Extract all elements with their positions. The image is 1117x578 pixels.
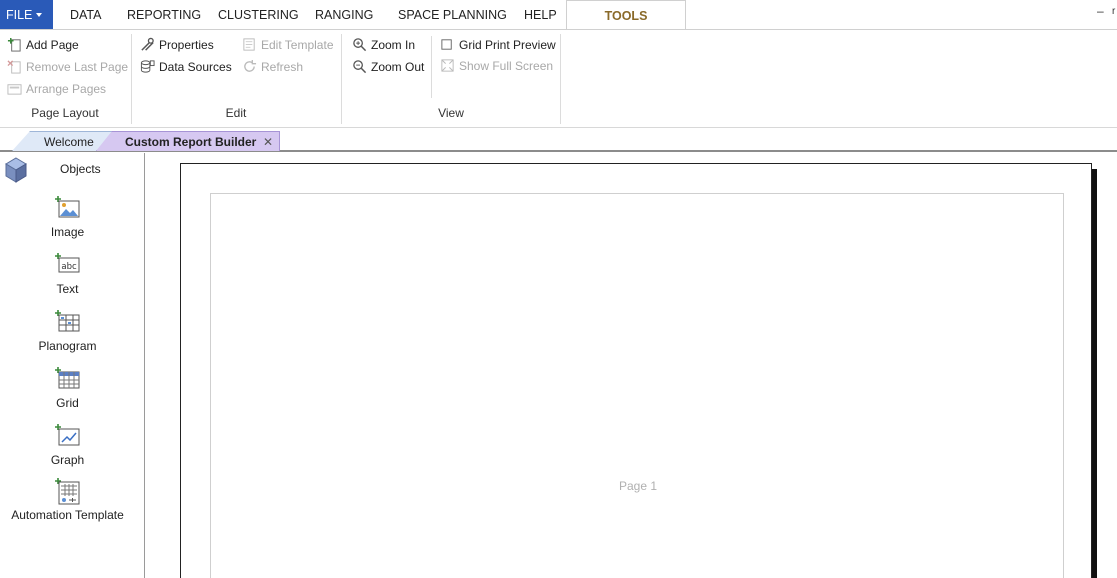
edit-template-icon bbox=[243, 38, 255, 51]
arrange-pages-icon bbox=[7, 84, 22, 95]
full-screen-icon bbox=[441, 59, 454, 72]
view-group-label: View bbox=[438, 106, 464, 120]
tab-welcome-label: Welcome bbox=[44, 135, 94, 149]
show-full-screen-button[interactable]: Show Full Screen bbox=[440, 56, 553, 76]
refresh-label: Refresh bbox=[261, 60, 304, 74]
add-automation-template-icon bbox=[54, 478, 79, 505]
add-grid-icon bbox=[54, 367, 79, 389]
object-grid-label: Grid bbox=[56, 396, 79, 410]
add-page-icon bbox=[7, 37, 21, 52]
menu-tab-help[interactable]: HELP bbox=[524, 0, 557, 29]
edit-template-button[interactable]: Edit Template bbox=[242, 35, 334, 55]
menu-tab-clustering[interactable]: CLUSTERING bbox=[218, 0, 299, 29]
menu-tab-space-planning[interactable]: SPACE PLANNING bbox=[398, 0, 507, 29]
data-sources-label: Data Sources bbox=[159, 60, 232, 74]
object-graph-button[interactable]: Graph bbox=[0, 421, 135, 467]
object-planogram-label: Planogram bbox=[38, 339, 97, 353]
remove-last-page-label: Remove Last Page bbox=[26, 60, 129, 74]
cube-icon bbox=[5, 157, 27, 183]
tools-icon bbox=[141, 37, 154, 51]
report-canvas[interactable]: Page 1 bbox=[146, 153, 1117, 578]
objects-header: Objects bbox=[0, 153, 145, 183]
checkbox-unchecked-icon bbox=[441, 39, 452, 50]
ribbon-divider bbox=[560, 34, 561, 124]
file-menu-button[interactable]: FILE bbox=[0, 0, 53, 29]
object-grid-button[interactable]: Grid bbox=[0, 364, 135, 410]
object-automation-template-button[interactable]: Automation Template bbox=[0, 476, 135, 522]
menu-tab-ranging[interactable]: RANGING bbox=[315, 0, 373, 29]
object-text-button[interactable]: abc Text bbox=[0, 250, 135, 296]
properties-button[interactable]: Properties bbox=[140, 35, 214, 55]
window-extra-glyph: r bbox=[1112, 6, 1116, 17]
svg-text:abc: abc bbox=[61, 262, 77, 272]
zoom-out-icon bbox=[353, 60, 367, 74]
menu-tab-reporting[interactable]: REPORTING bbox=[127, 0, 201, 29]
grid-print-preview-label: Grid Print Preview bbox=[459, 38, 556, 52]
page-layout-group-label: Page Layout bbox=[31, 106, 99, 120]
menu-tab-data[interactable]: DATA bbox=[70, 0, 101, 29]
tab-custom-report-builder-label: Custom Report Builder bbox=[125, 135, 257, 149]
tab-custom-report-builder[interactable]: Custom Report Builder ✕ bbox=[96, 131, 280, 151]
object-image-label: Image bbox=[50, 225, 85, 239]
ribbon-divider bbox=[431, 36, 432, 98]
object-automation-template-label: Automation Template bbox=[11, 508, 124, 522]
refresh-icon bbox=[244, 59, 257, 72]
refresh-button[interactable]: Refresh bbox=[242, 57, 303, 77]
add-page-label: Add Page bbox=[26, 38, 79, 52]
document-tab-strip: Welcome Custom Report Builder ✕ bbox=[0, 128, 1117, 152]
show-full-screen-label: Show Full Screen bbox=[459, 59, 554, 73]
object-planogram-button[interactable]: Planogram bbox=[0, 307, 135, 353]
objects-title: Objects bbox=[60, 162, 101, 176]
properties-label: Properties bbox=[159, 38, 214, 52]
object-image-button[interactable]: Image bbox=[0, 193, 135, 239]
data-sources-button[interactable]: Data Sources bbox=[140, 57, 232, 77]
zoom-in-icon bbox=[353, 38, 367, 52]
add-text-icon: abc bbox=[54, 253, 79, 273]
menu-tab-tools[interactable]: TOOLS bbox=[566, 0, 686, 30]
minimize-ribbon-button[interactable]: – bbox=[1097, 4, 1104, 18]
page-shadow bbox=[1092, 169, 1097, 578]
database-icon bbox=[140, 60, 155, 73]
zoom-out-label: Zoom Out bbox=[371, 60, 425, 74]
add-page-button[interactable]: Add Page bbox=[7, 35, 79, 55]
caret-down-icon bbox=[36, 13, 43, 17]
page-margin-frame bbox=[210, 193, 1064, 578]
add-planogram-icon bbox=[54, 310, 79, 332]
grid-print-preview-checkbox[interactable]: Grid Print Preview bbox=[440, 35, 556, 55]
zoom-in-label: Zoom In bbox=[371, 38, 416, 52]
edit-group-label: Edit bbox=[225, 106, 247, 120]
remove-page-icon bbox=[7, 60, 21, 74]
page-number-label: Page 1 bbox=[619, 479, 658, 493]
tab-welcome[interactable]: Welcome bbox=[12, 131, 112, 151]
object-graph-label: Graph bbox=[50, 453, 85, 467]
add-image-icon bbox=[54, 196, 79, 218]
zoom-in-button[interactable]: Zoom In bbox=[352, 35, 415, 55]
menu-bar: FILE DATA REPORTING CLUSTERING RANGING S… bbox=[0, 0, 1117, 30]
arrange-pages-button[interactable]: Arrange Pages bbox=[7, 79, 106, 99]
object-text-label: Text bbox=[56, 282, 79, 296]
file-menu-label: FILE bbox=[6, 8, 33, 22]
arrange-pages-label: Arrange Pages bbox=[26, 82, 107, 96]
ribbon: Add Page Remove Last Page Arrange Pages … bbox=[0, 29, 1117, 128]
add-graph-icon bbox=[54, 424, 79, 446]
remove-last-page-button[interactable]: Remove Last Page bbox=[7, 57, 128, 77]
edit-template-label: Edit Template bbox=[261, 38, 334, 52]
zoom-out-button[interactable]: Zoom Out bbox=[352, 57, 424, 77]
close-icon[interactable]: ✕ bbox=[263, 132, 273, 151]
objects-panel: Objects Image abc Text Planogram Grid Gr… bbox=[0, 153, 145, 578]
